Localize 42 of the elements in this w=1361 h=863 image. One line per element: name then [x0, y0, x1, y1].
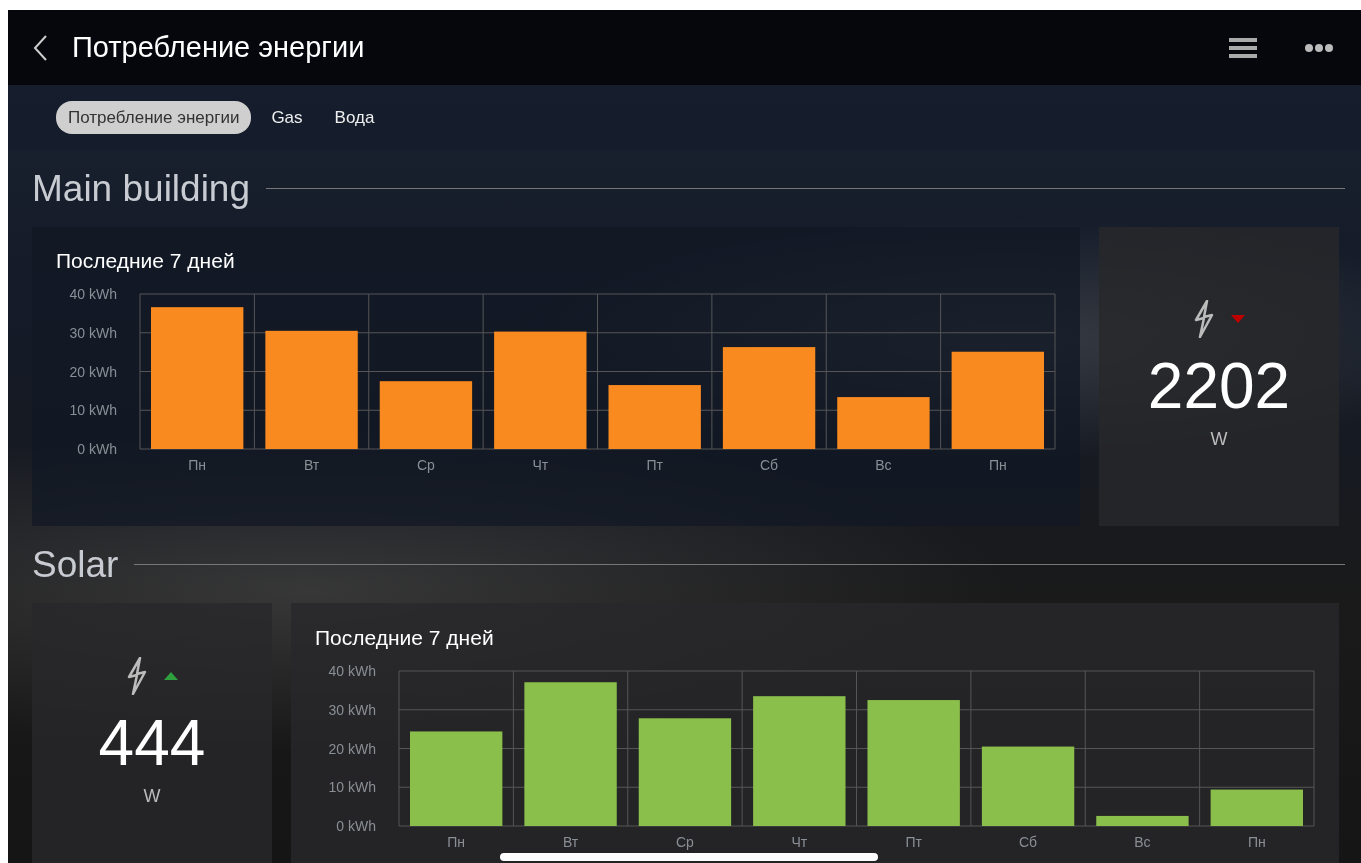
- axis-label: Вт: [303, 456, 320, 473]
- menu-icon[interactable]: [1229, 35, 1257, 60]
- axis-label: Пн: [447, 833, 466, 850]
- axis-label: 40 kWh: [69, 285, 117, 302]
- lightning-icon: [126, 656, 148, 695]
- axis-label: 20 kWh: [69, 363, 117, 379]
- lightning-icon: [1193, 300, 1215, 338]
- axis-label: 10 kWh: [328, 778, 376, 795]
- axis-label: Сб: [1019, 833, 1038, 850]
- axis-label: Пн: [188, 456, 207, 473]
- axis-label: 30 kWh: [328, 701, 376, 718]
- axis-label: Вс: [875, 456, 892, 473]
- axis-label: Пн: [988, 456, 1007, 473]
- axis-label: Ср: [417, 456, 435, 473]
- section-title: Main building: [32, 166, 251, 211]
- axis-label: 40 kWh: [328, 662, 376, 679]
- axis-label: Сб: [760, 456, 779, 473]
- axis-label: 20 kWh: [328, 740, 376, 756]
- axis-label: 0 kWh: [336, 817, 376, 834]
- stat-unit: W: [143, 784, 161, 808]
- section-title: Solar: [32, 542, 119, 587]
- stat-value: 2202: [1147, 354, 1291, 418]
- page-title: Потребление энергии: [72, 29, 366, 65]
- tab[interactable]: Потребление энергии: [56, 100, 252, 135]
- axis-label: Ср: [676, 833, 694, 850]
- axis-label: Пт: [646, 456, 663, 473]
- stat-value: 444: [98, 710, 206, 775]
- axis-label: 0 kWh: [77, 440, 117, 457]
- axis-label: Чт: [791, 833, 808, 850]
- back-button[interactable]: [32, 33, 48, 62]
- chart-title: Последние 7 дней: [55, 248, 236, 274]
- stat-unit: W: [1210, 428, 1228, 451]
- axis-label: Чт: [532, 456, 549, 473]
- tab[interactable]: Gas: [259, 100, 315, 135]
- axis-label: Пн: [1247, 833, 1266, 850]
- axis-label: 30 kWh: [69, 324, 117, 341]
- axis-label: 10 kWh: [69, 401, 117, 418]
- axis-label: Вт: [562, 833, 579, 850]
- tab[interactable]: Вода: [322, 100, 387, 135]
- axis-label: Вс: [1134, 833, 1151, 850]
- axis-label: Пт: [905, 833, 922, 850]
- chart-title: Последние 7 дней: [314, 625, 495, 651]
